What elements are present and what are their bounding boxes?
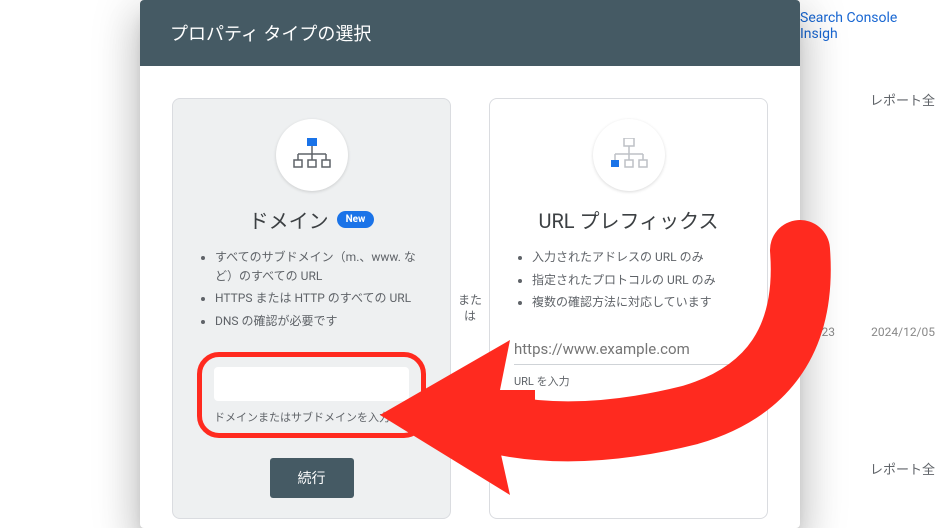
report-link-2[interactable]: レポート全 [870,459,935,478]
separator: または [455,98,485,519]
domain-bullets: すべてのサブドメイン（m.、www. など）のすべての URL HTTPS また… [197,248,426,334]
url-prefix-icon [593,119,665,191]
continue-button[interactable]: 続行 [270,458,354,498]
domain-icon [276,119,348,191]
property-type-dialog: プロパティ タイプの選択 ドメイン New すべてのサブドメイン（m.、www.… [140,0,800,528]
url-input-area: URL を入力 [514,334,743,389]
domain-input-highlight: ドメインまたはサブドメインを入力 [197,352,426,438]
domain-card[interactable]: ドメイン New すべてのサブドメイン（m.、www. など）のすべての URL… [172,98,451,519]
date-label-1: '23 [819,325,835,339]
domain-bullet-1: すべてのサブドメイン（m.、www. など）のすべての URL [215,248,426,285]
dialog-body: ドメイン New すべてのサブドメイン（m.、www. など）のすべての URL… [140,66,800,528]
domain-card-title: ドメイン [249,205,329,234]
report-link-1[interactable]: レポート全 [870,90,935,109]
separator-text: または [455,293,485,324]
url-card-title: URL プレフィックス [538,205,718,234]
domain-input-caption: ドメインまたはサブドメインを入力 [214,409,409,425]
domain-bullet-2: HTTPS または HTTP のすべての URL [215,289,426,308]
url-bullet-3: 複数の確認方法に対応しています [532,293,716,312]
url-prefix-card[interactable]: URL プレフィックス 入力されたアドレスの URL のみ 指定されたプロトコル… [489,98,768,519]
url-input-caption: URL を入力 [514,373,743,389]
new-badge: New [337,211,375,228]
url-input[interactable] [514,334,743,365]
dialog-title: プロパティ タイプの選択 [140,0,800,66]
insights-link[interactable]: Search Console Insigh [800,10,930,42]
domain-bullet-3: DNS の確認が必要です [215,312,426,331]
domain-input[interactable] [214,367,409,401]
date-label-2: 2024/12/05 [871,325,935,339]
background-page: Search Console Insigh レポート全 '23 2024/12/… [800,0,940,528]
url-bullet-1: 入力されたアドレスの URL のみ [532,248,716,267]
url-bullet-2: 指定されたプロトコルの URL のみ [532,271,716,290]
url-bullets: 入力されたアドレスの URL のみ 指定されたプロトコルの URL のみ 複数の… [514,248,716,316]
